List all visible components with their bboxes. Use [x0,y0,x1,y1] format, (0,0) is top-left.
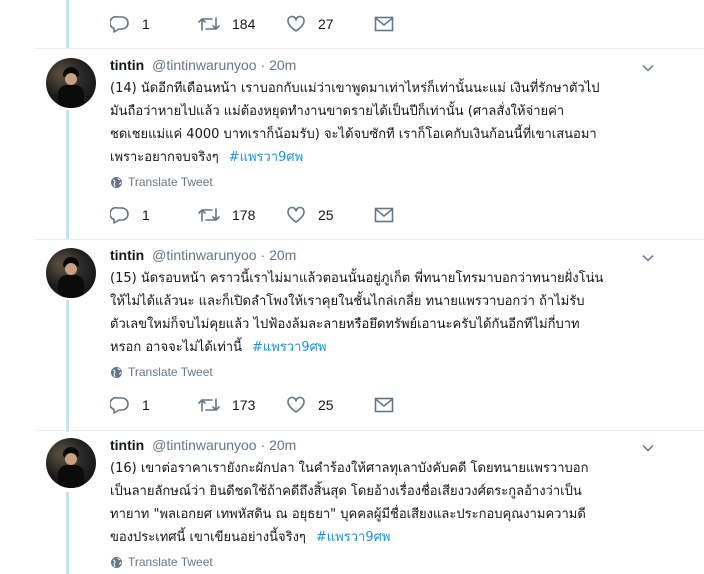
thread-line [66,110,69,240]
avatar[interactable] [46,248,96,298]
globe-icon [111,366,122,378]
translate-tweet-link[interactable]: Translate Tweet [110,174,213,190]
message-button[interactable] [374,397,394,413]
tweet-time[interactable]: 20m [269,57,296,73]
tweet-line: มันถือว่าหายไปแล้ว แม่ต้องหยุดทำงานขาดรา… [110,104,565,119]
tweet-line: เพราะอยากจบจริงๆ [110,150,219,165]
tweet-header: tintin @tintinwarunyoo · 20m [110,57,296,77]
reply-button[interactable]: 1 [110,15,198,33]
hashtag-link[interactable]: #แพรวา9ศพ [316,530,391,545]
tweet-time[interactable]: 20m [269,437,296,453]
retweet-count: 173 [232,397,256,413]
reply-count: 1 [142,397,150,413]
divider [35,48,704,49]
retweet-button[interactable]: 173 [198,396,286,414]
hashtag-link[interactable]: #แพรวา9ศพ [252,340,327,355]
like-icon [287,206,305,223]
user-handle[interactable]: @tintinwarunyoo [152,57,257,73]
chevron-down-icon[interactable] [642,62,654,74]
retweet-icon [198,398,220,412]
reply-icon [110,15,129,33]
tweet-header: tintin @tintinwarunyoo · 20m [110,437,296,457]
message-icon [374,16,394,32]
tweet-line: เป็นลายลักษณ์ว่า ยินดีชดใช้ถ้าคดีถึงสิ้น… [110,484,582,499]
divider [35,430,704,431]
display-name[interactable]: tintin [110,437,144,453]
retweet-count: 178 [232,207,256,223]
globe-icon [111,556,122,568]
retweet-count: 184 [232,16,256,32]
like-button[interactable]: 25 [286,206,374,224]
like-count: 25 [318,397,334,413]
translate-tweet-link[interactable]: Translate Tweet [110,364,213,380]
message-button[interactable] [374,16,394,32]
message-button[interactable] [374,207,394,223]
chevron-down-icon[interactable] [642,442,654,454]
display-name[interactable]: tintin [110,57,144,73]
tweet-text: (14) นัดอีกทีเดือนหน้า เราบอกกับแม่ว่าเข… [110,77,670,169]
tweet-actions: 1 178 25 [110,203,394,227]
message-icon [374,397,394,413]
display-name[interactable]: tintin [110,247,144,263]
like-icon [287,396,305,413]
like-icon [287,15,305,32]
tweet-line: ให้ไม่ได้แล้วนะ และก็เปิดลำโพงให้เราคุยใ… [110,294,585,309]
avatar[interactable] [46,58,96,108]
reply-count: 1 [142,16,150,32]
divider [35,239,704,240]
tweet-line: ทายาท "พลเอกยศ เทพหัสดิน ณ อยุธยา" บุคคล… [110,507,586,522]
thread-line [66,0,69,48]
tweet-text: (16) เขาต่อราคาเรายังกะผักปลา ในคำร้องให… [110,457,670,549]
translate-label: Translate Tweet [128,175,213,189]
tweet-line: (16) เขาต่อราคาเรายังกะผักปลา ในคำร้องให… [110,461,589,476]
retweet-icon [198,208,220,222]
translate-tweet-link[interactable]: Translate Tweet [110,554,213,570]
reply-count: 1 [142,207,150,223]
tweet-line: หรอก อาจจะไม่ได้เท่านี้ [110,340,242,355]
tweet-line: (15) นัดรอบหน้า คราวนี้เราไม่มาแล้วตอนนั… [110,271,604,286]
translate-label: Translate Tweet [128,555,213,569]
tweet-time[interactable]: 20m [269,247,296,263]
chevron-down-icon[interactable] [642,252,654,264]
retweet-button[interactable]: 184 [198,15,286,33]
translate-label: Translate Tweet [128,365,213,379]
thread-line [66,300,69,432]
tweet-line: (14) นัดอีกทีเดือนหน้า เราบอกกับแม่ว่าเข… [110,81,600,96]
tweet-actions: 1 173 25 [110,393,394,417]
tweet-line: ของประเทศนี้ เขาเขียนอย่างนี้จริงๆ [110,530,306,545]
tweet-header: tintin @tintinwarunyoo · 20m [110,247,296,267]
tweet-line: ชดเชยแม่แค่ 4000 บาทเราก็น้อมรับ) จะได้จ… [110,127,597,142]
user-handle[interactable]: @tintinwarunyoo [152,247,257,263]
globe-icon [111,176,122,188]
tweet-actions: 1 184 27 [110,12,394,36]
separator-dot: · [260,437,266,453]
hashtag-link[interactable]: #แพรวา9ศพ [229,150,304,165]
like-count: 27 [318,16,334,32]
retweet-icon [198,17,220,31]
retweet-button[interactable]: 178 [198,206,286,224]
message-icon [374,207,394,223]
thread-line [66,492,69,574]
separator-dot: · [260,247,266,263]
reply-button[interactable]: 1 [110,206,198,224]
like-count: 25 [318,207,334,223]
user-handle[interactable]: @tintinwarunyoo [152,437,257,453]
reply-icon [110,206,129,224]
avatar[interactable] [46,438,96,488]
reply-icon [110,396,129,414]
like-button[interactable]: 25 [286,396,374,414]
separator-dot: · [260,57,266,73]
tweet-line: ตัวเลขใหม่ก็จบไม่คุยแล้ว ไปฟ้องล้มละลายห… [110,317,580,332]
like-button[interactable]: 27 [286,15,374,33]
reply-button[interactable]: 1 [110,396,198,414]
tweet-text: (15) นัดรอบหน้า คราวนี้เราไม่มาแล้วตอนนั… [110,267,670,359]
